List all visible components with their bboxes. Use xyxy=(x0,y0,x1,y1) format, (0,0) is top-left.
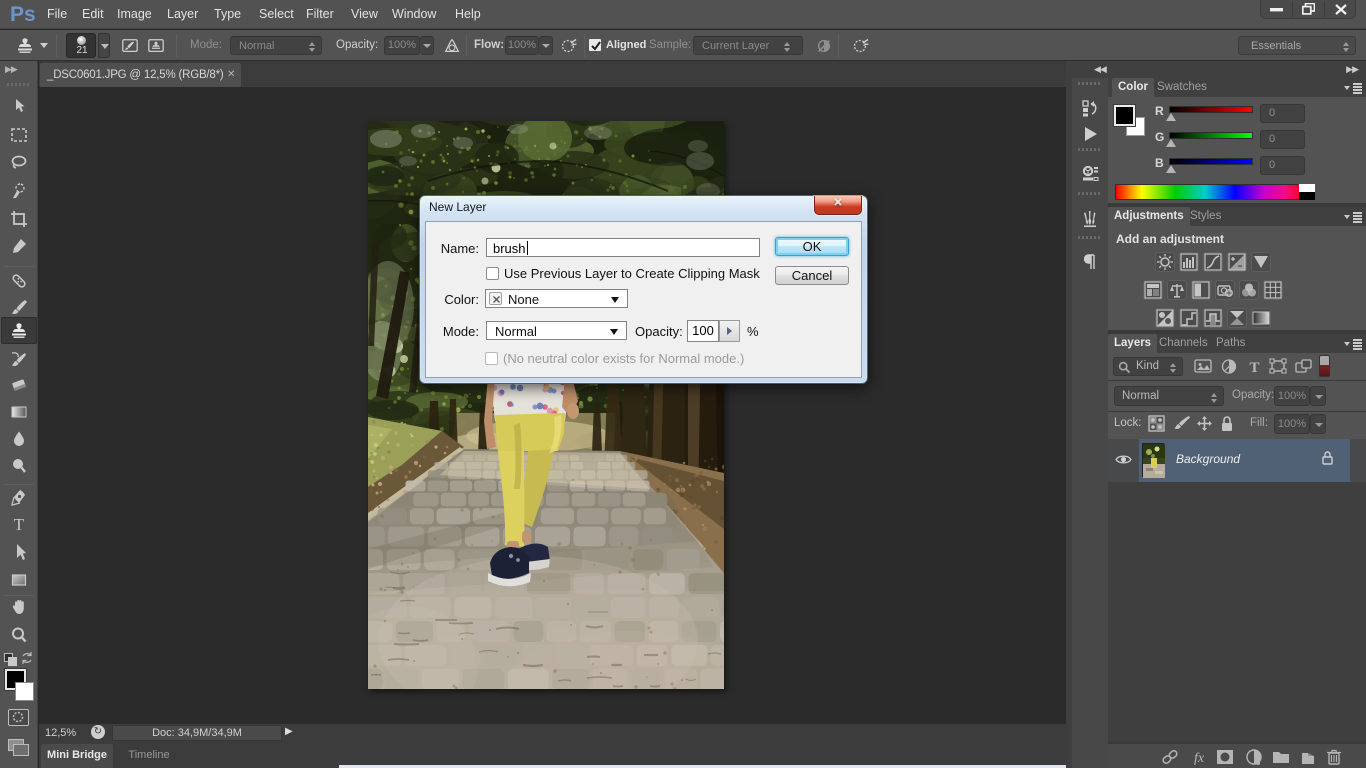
svg-text:T: T xyxy=(14,515,25,534)
svg-text:T: T xyxy=(1249,360,1259,375)
svg-text:fx: fx xyxy=(1194,751,1205,766)
